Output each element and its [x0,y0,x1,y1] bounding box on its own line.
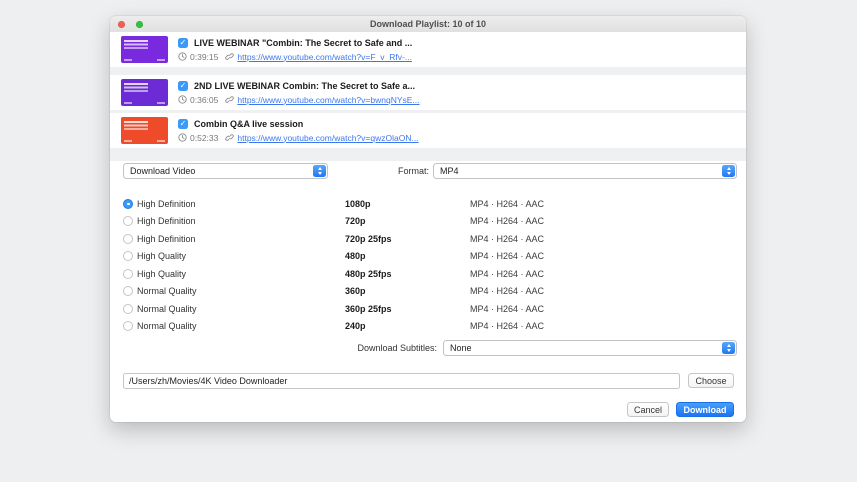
download-mode-select[interactable]: Download Video [123,163,328,179]
screen-background: Download Playlist: 10 of 10 ✓ LIVE WEBIN… [0,0,857,482]
quality-codec: MP4 · H264 · AAC [470,321,746,331]
quality-radio[interactable] [123,304,133,314]
quality-codec: MP4 · H264 · AAC [470,234,746,244]
quality-label: Normal Quality [137,304,345,314]
quality-row[interactable]: Normal Quality 240p MP4 · H264 · AAC [110,318,746,336]
quality-row[interactable]: High Quality 480p 25fps MP4 · H264 · AAC [110,265,746,283]
destination-path-input[interactable] [123,373,680,389]
dialog-window: Download Playlist: 10 of 10 ✓ LIVE WEBIN… [110,16,746,422]
video-title: Combin Q&A live session [194,119,303,129]
quality-codec: MP4 · H264 · AAC [470,199,746,209]
quality-label: Normal Quality [137,286,345,296]
quality-list: High Definition 1080p MP4 · H264 · AAC H… [110,195,746,335]
quality-row[interactable]: Normal Quality 360p 25fps MP4 · H264 · A… [110,300,746,318]
video-checkbox[interactable]: ✓ [178,119,188,129]
video-row[interactable]: ✓ 2ND LIVE WEBINAR Combin: The Secret to… [110,75,746,110]
video-row[interactable]: ✓ Combin Q&A live session 0:52:33 https:… [110,113,746,148]
video-duration: 0:36:05 [190,95,218,105]
quality-radio[interactable] [123,199,133,209]
quality-resolution: 480p 25fps [345,269,470,279]
quality-resolution: 360p 25fps [345,304,470,314]
video-checkbox[interactable]: ✓ [178,38,188,48]
quality-radio[interactable] [123,234,133,244]
quality-radio[interactable] [123,286,133,296]
quality-codec: MP4 · H264 · AAC [470,251,746,261]
download-button[interactable]: Download [676,402,734,417]
clock-icon [178,95,187,104]
video-checkbox[interactable]: ✓ [178,81,188,91]
link-icon [225,133,234,142]
clock-icon [178,133,187,142]
video-meta: ✓ Combin Q&A live session 0:52:33 https:… [178,119,419,143]
quality-label: High Definition [137,234,345,244]
quality-row[interactable]: High Definition 720p 25fps MP4 · H264 · … [110,230,746,248]
video-title: 2ND LIVE WEBINAR Combin: The Secret to S… [194,81,415,91]
format-select[interactable]: MP4 [433,163,737,179]
quality-row[interactable]: High Definition 1080p MP4 · H264 · AAC [110,195,746,213]
video-url-link[interactable]: https://www.youtube.com/watch?v=bwnqNYsE… [237,95,419,105]
stepper-arrows-icon [313,165,326,177]
quality-row[interactable]: High Quality 480p MP4 · H264 · AAC [110,248,746,266]
quality-row[interactable]: High Definition 720p MP4 · H264 · AAC [110,213,746,231]
video-meta: ✓ LIVE WEBINAR "Combin: The Secret to Sa… [178,38,412,62]
quality-codec: MP4 · H264 · AAC [470,269,746,279]
quality-codec: MP4 · H264 · AAC [470,216,746,226]
link-icon [225,52,234,61]
format-value: MP4 [434,164,736,178]
quality-row[interactable]: Normal Quality 360p MP4 · H264 · AAC [110,283,746,301]
quality-label: High Definition [137,199,345,209]
stepper-arrows-icon [722,342,735,354]
video-duration: 0:52:33 [190,133,218,143]
subtitles-value: None [444,341,736,355]
format-label: Format: [398,166,429,176]
video-row[interactable]: ✓ LIVE WEBINAR "Combin: The Secret to Sa… [110,32,746,67]
quality-radio[interactable] [123,251,133,261]
quality-radio[interactable] [123,269,133,279]
video-url-link[interactable]: https://www.youtube.com/watch?v=qwzOlaON… [237,133,418,143]
quality-resolution: 480p [345,251,470,261]
quality-label: High Quality [137,269,345,279]
subtitles-label: Download Subtitles: [357,343,437,353]
video-thumbnail [121,36,168,63]
stepper-arrows-icon [722,165,735,177]
cancel-button[interactable]: Cancel [627,402,669,417]
quality-label: High Quality [137,251,345,261]
video-title: LIVE WEBINAR "Combin: The Secret to Safe… [194,38,412,48]
quality-codec: MP4 · H264 · AAC [470,286,746,296]
quality-radio[interactable] [123,216,133,226]
quality-resolution: 360p [345,286,470,296]
quality-codec: MP4 · H264 · AAC [470,304,746,314]
quality-radio[interactable] [123,321,133,331]
choose-button[interactable]: Choose [688,373,734,388]
download-mode-value: Download Video [124,164,327,178]
quality-resolution: 720p 25fps [345,234,470,244]
video-thumbnail [121,79,168,106]
quality-label: High Definition [137,216,345,226]
video-thumbnail [121,117,168,144]
clock-icon [178,52,187,61]
quality-resolution: 240p [345,321,470,331]
link-icon [225,95,234,104]
video-url-link[interactable]: https://www.youtube.com/watch?v=F_v_Rfv-… [237,52,412,62]
subtitles-select[interactable]: None [443,340,737,356]
titlebar[interactable]: Download Playlist: 10 of 10 [110,16,746,33]
quality-label: Normal Quality [137,321,345,331]
video-duration: 0:39:15 [190,52,218,62]
quality-resolution: 720p [345,216,470,226]
video-meta: ✓ 2ND LIVE WEBINAR Combin: The Secret to… [178,81,420,105]
window-title: Download Playlist: 10 of 10 [110,16,746,32]
quality-resolution: 1080p [345,199,470,209]
